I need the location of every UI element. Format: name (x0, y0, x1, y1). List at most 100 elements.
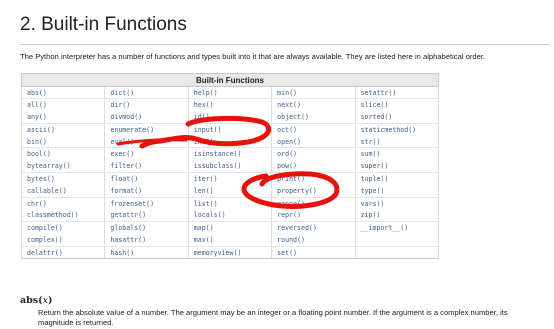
function-link[interactable]: type() (361, 187, 385, 195)
function-link[interactable]: sorted() (361, 113, 393, 121)
function-link[interactable]: max() (194, 236, 214, 244)
function-link[interactable]: min() (277, 89, 297, 97)
function-link[interactable]: memoryview() (194, 249, 242, 257)
table-cell: issubclass() (187, 160, 273, 174)
table-cell: help() (187, 86, 273, 100)
function-link[interactable]: help() (194, 89, 218, 97)
table-cell: len() (187, 184, 273, 198)
table-cell: vars() (354, 197, 440, 210)
function-link[interactable]: all() (27, 101, 47, 109)
function-link[interactable]: reversed() (277, 224, 317, 232)
function-link[interactable]: property() (277, 187, 317, 195)
function-link[interactable]: bool() (27, 150, 51, 158)
table-cell: print() (271, 172, 356, 185)
function-link[interactable]: iter() (194, 175, 218, 183)
function-link[interactable]: dict() (110, 89, 134, 97)
function-link[interactable]: globals() (110, 224, 146, 232)
function-link[interactable]: sum() (361, 150, 381, 158)
function-link[interactable]: len() (194, 187, 214, 195)
table-cell: dir() (104, 98, 189, 112)
function-link[interactable]: divmod() (110, 113, 142, 121)
function-link[interactable]: any() (27, 113, 47, 121)
function-link[interactable]: repr() (277, 211, 301, 219)
function-link[interactable]: zip() (361, 211, 381, 219)
function-link[interactable]: print() (277, 175, 305, 183)
function-link[interactable]: bytearray() (27, 162, 71, 170)
function-link[interactable]: classmethod() (27, 211, 79, 219)
table-cell: type() (354, 184, 440, 198)
function-link[interactable]: oct() (277, 126, 297, 134)
table-cell: divmod() (104, 111, 189, 124)
function-link[interactable]: abs() (27, 89, 47, 97)
table-cell: property() (271, 184, 356, 198)
function-link[interactable]: frozenset() (110, 200, 154, 208)
function-link[interactable]: hex() (194, 101, 214, 109)
function-link[interactable]: eval() (110, 138, 134, 146)
function-link[interactable]: complex() (27, 236, 63, 244)
function-link[interactable]: open() (277, 138, 301, 146)
function-link[interactable]: issubclass() (194, 162, 242, 170)
function-link[interactable]: hasattr() (110, 236, 146, 244)
table-cell: isinstance() (187, 147, 273, 161)
table-row: abs() dict() help() min() setattr() (20, 86, 440, 100)
function-link[interactable]: bin() (27, 138, 47, 146)
function-link[interactable]: list() (194, 200, 218, 208)
table-cell: range() (271, 197, 356, 210)
table-cell: memoryview() (187, 246, 273, 260)
table-cell: any() (20, 111, 106, 124)
function-link[interactable]: set() (277, 249, 297, 257)
function-link[interactable]: format() (110, 187, 142, 195)
function-link[interactable]: getattr() (110, 211, 146, 219)
function-link[interactable]: vars() (361, 200, 385, 208)
table-cell: delattr() (20, 246, 106, 260)
table-row: callable() format() len() property() type() (20, 184, 440, 198)
table-cell: object() (271, 111, 356, 124)
function-link[interactable]: super() (361, 162, 389, 170)
table-cell: set() (271, 246, 356, 260)
function-link[interactable]: __import__() (361, 224, 409, 232)
table-cell: min() (271, 86, 356, 100)
function-link[interactable]: input() (194, 126, 222, 134)
table-row: ascii() enumerate() input() oct() staticmeth… (20, 123, 440, 136)
function-link[interactable]: float() (110, 175, 138, 183)
table-cell: round() (271, 234, 356, 247)
function-link[interactable]: delattr() (27, 249, 63, 257)
function-link[interactable]: staticmethod() (361, 126, 417, 134)
table-cell: reversed() (271, 221, 356, 235)
table-cell: getattr() (104, 209, 189, 223)
function-link[interactable]: slice() (361, 101, 389, 109)
function-link[interactable]: chr() (27, 200, 47, 208)
function-link[interactable]: id() (194, 113, 210, 121)
table-cell: zip() (354, 209, 440, 223)
function-link[interactable]: bytes() (27, 175, 55, 183)
function-link[interactable]: isinstance() (194, 150, 242, 158)
function-link[interactable]: map() (194, 224, 214, 232)
function-link[interactable]: int() (194, 138, 214, 146)
table-cell: oct() (271, 123, 356, 136)
table-cell: setattr() (354, 86, 440, 100)
table-cell: repr() (271, 209, 356, 223)
function-link[interactable]: hash() (110, 249, 134, 257)
function-link[interactable]: filter() (110, 162, 142, 170)
function-link[interactable]: compile() (27, 224, 63, 232)
function-link[interactable]: tuple() (361, 175, 389, 183)
function-link[interactable]: round() (277, 236, 305, 244)
function-link[interactable]: callable() (27, 187, 67, 195)
table-header: Built-in Functions (21, 73, 439, 87)
function-link[interactable]: enumerate() (110, 126, 154, 134)
function-link[interactable]: dir() (110, 101, 130, 109)
function-link[interactable]: exec() (110, 150, 134, 158)
function-link[interactable]: ascii() (27, 126, 55, 134)
table-cell: locals() (187, 209, 273, 223)
function-link[interactable]: pow() (277, 162, 297, 170)
function-link[interactable]: next() (277, 101, 301, 109)
function-link[interactable]: setattr() (361, 89, 397, 97)
function-link[interactable]: str() (361, 138, 381, 146)
function-link[interactable]: locals() (194, 211, 226, 219)
function-link[interactable]: object() (277, 113, 309, 121)
function-link[interactable]: range() (277, 200, 305, 208)
table-cell: open() (271, 135, 356, 149)
function-link[interactable]: ord() (277, 150, 297, 158)
table-row: compile() globals() map() reversed() __impor… (20, 221, 440, 235)
table-cell: str() (354, 135, 440, 149)
